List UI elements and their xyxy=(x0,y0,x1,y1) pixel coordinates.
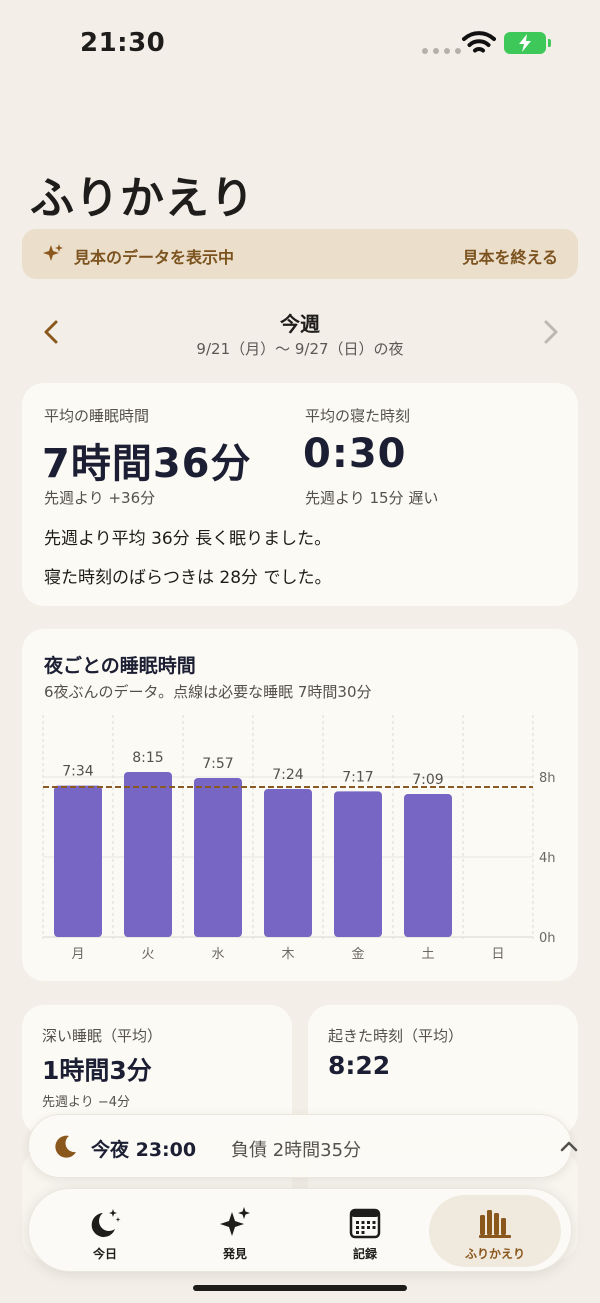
tab-discover[interactable]: 発見 xyxy=(169,1195,301,1267)
end-sample-button[interactable]: 見本を終える xyxy=(462,244,558,268)
y-tick-label: 0h xyxy=(539,931,556,946)
next-week-chevron-icon[interactable] xyxy=(536,318,564,346)
x-tick-label: 金 xyxy=(351,946,364,962)
x-tick-label: 水 xyxy=(211,947,224,962)
tab-review[interactable]: ふりかえり xyxy=(429,1195,561,1267)
sample-data-banner: 見本のデータを表示中 見本を終える xyxy=(22,229,578,279)
avg-bedtime-delta: 先週より 15分 遅い xyxy=(305,489,439,507)
tab-review-label: ふりかえり xyxy=(464,1247,525,1261)
y-tick-label: 8h xyxy=(539,771,556,786)
bar-data-label: 7:34 xyxy=(62,764,94,780)
x-tick-label: 木 xyxy=(281,947,294,962)
bar-data-label: 7:24 xyxy=(272,767,304,783)
bar-data-label: 7:57 xyxy=(202,756,233,772)
bar-data-label: 8:15 xyxy=(132,750,163,766)
status-bar: 21:30 xyxy=(0,0,600,90)
wake-time-value: 8:22 xyxy=(328,1051,391,1080)
moon-icon xyxy=(55,1135,76,1158)
sleep-bar-chart: 0h 4h 8h 7:34 月 8:15 火 7:57 水 7:24 木 7:17 金 7:09 土 日 xyxy=(42,715,556,962)
sparkle-icon xyxy=(43,244,63,261)
sleep-bar xyxy=(264,789,312,937)
avg-sleep-label: 平均の睡眠時間 xyxy=(44,407,150,425)
sleep-bar xyxy=(54,785,102,937)
avg-sleep-delta: 先週より +36分 xyxy=(44,489,156,507)
status-time: 21:30 xyxy=(80,28,166,58)
sleep-bar xyxy=(334,791,382,937)
x-tick-label: 火 xyxy=(141,947,154,962)
week-label: 今週 xyxy=(280,312,320,336)
week-range: 9/21（月）〜 9/27（日）の夜 xyxy=(196,340,404,358)
avg-bedtime-label: 平均の寝た時刻 xyxy=(305,407,411,425)
home-indicator xyxy=(193,1285,407,1291)
sparkles-icon xyxy=(220,1207,250,1236)
deep-sleep-delta: 先週より −4分 xyxy=(42,1095,131,1110)
sleep-bar xyxy=(194,778,242,937)
bar-data-label: 7:09 xyxy=(412,772,443,788)
bar-chart-icon xyxy=(479,1210,511,1238)
tab-today[interactable]: 今日 xyxy=(39,1195,171,1267)
summary-line-variance: 寝た時刻のばらつきは 28分 でした。 xyxy=(44,568,332,588)
tab-bar: 今日 発見 記録 ふりかえり xyxy=(28,1188,572,1272)
summary-line-duration: 先週より平均 36分 長く眠りました。 xyxy=(44,529,332,549)
sample-data-message: 見本のデータを表示中 xyxy=(74,248,235,267)
y-tick-label: 4h xyxy=(539,851,556,866)
tab-discover-label: 発見 xyxy=(222,1247,247,1261)
page-title: ふりかえり xyxy=(30,173,255,224)
nightly-sleep-chart-card: 夜ごとの睡眠時間 6夜ぶんのデータ。点線は必要な睡眠 7時間30分 0h 4h 8h… xyxy=(22,629,578,981)
weekly-summary-card: 平均の睡眠時間 7時間36分 先週より +36分 平均の寝た時刻 0:30 先週… xyxy=(22,383,578,606)
tonight-bedtime: 今夜 23:00 xyxy=(91,1139,197,1161)
wake-time-label: 起きた時刻（平均） xyxy=(328,1027,464,1045)
moon-stars-icon xyxy=(91,1209,121,1237)
tonight-summary-pill[interactable]: 今夜 23:00 負債 2時間35分 xyxy=(28,1114,578,1178)
tab-records-label: 記録 xyxy=(352,1247,377,1261)
calendar-icon xyxy=(349,1208,381,1239)
tab-records[interactable]: 記録 xyxy=(299,1195,431,1267)
bar-data-label: 7:17 xyxy=(342,769,373,785)
deep-sleep-label: 深い睡眠（平均） xyxy=(42,1027,163,1045)
battery-charging-icon xyxy=(504,32,551,54)
signal-dots-icon xyxy=(422,48,461,54)
avg-bedtime-value: 0:30 xyxy=(303,431,407,477)
chevron-up-icon[interactable] xyxy=(559,1137,579,1157)
avg-sleep-value: 7時間36分 xyxy=(42,441,252,487)
sleep-bar xyxy=(124,772,172,937)
sleep-bar xyxy=(404,794,452,937)
sleep-debt: 負債 2時間35分 xyxy=(231,1140,362,1161)
x-tick-label: 月 xyxy=(71,947,84,962)
x-tick-label: 土 xyxy=(421,947,434,962)
tab-today-label: 今日 xyxy=(92,1247,117,1261)
wifi-icon xyxy=(462,31,496,53)
x-tick-label: 日 xyxy=(491,947,504,962)
deep-sleep-value: 1時間3分 xyxy=(42,1056,152,1085)
week-navigator: 今週 9/21（月）〜 9/27（日）の夜 xyxy=(0,300,600,370)
